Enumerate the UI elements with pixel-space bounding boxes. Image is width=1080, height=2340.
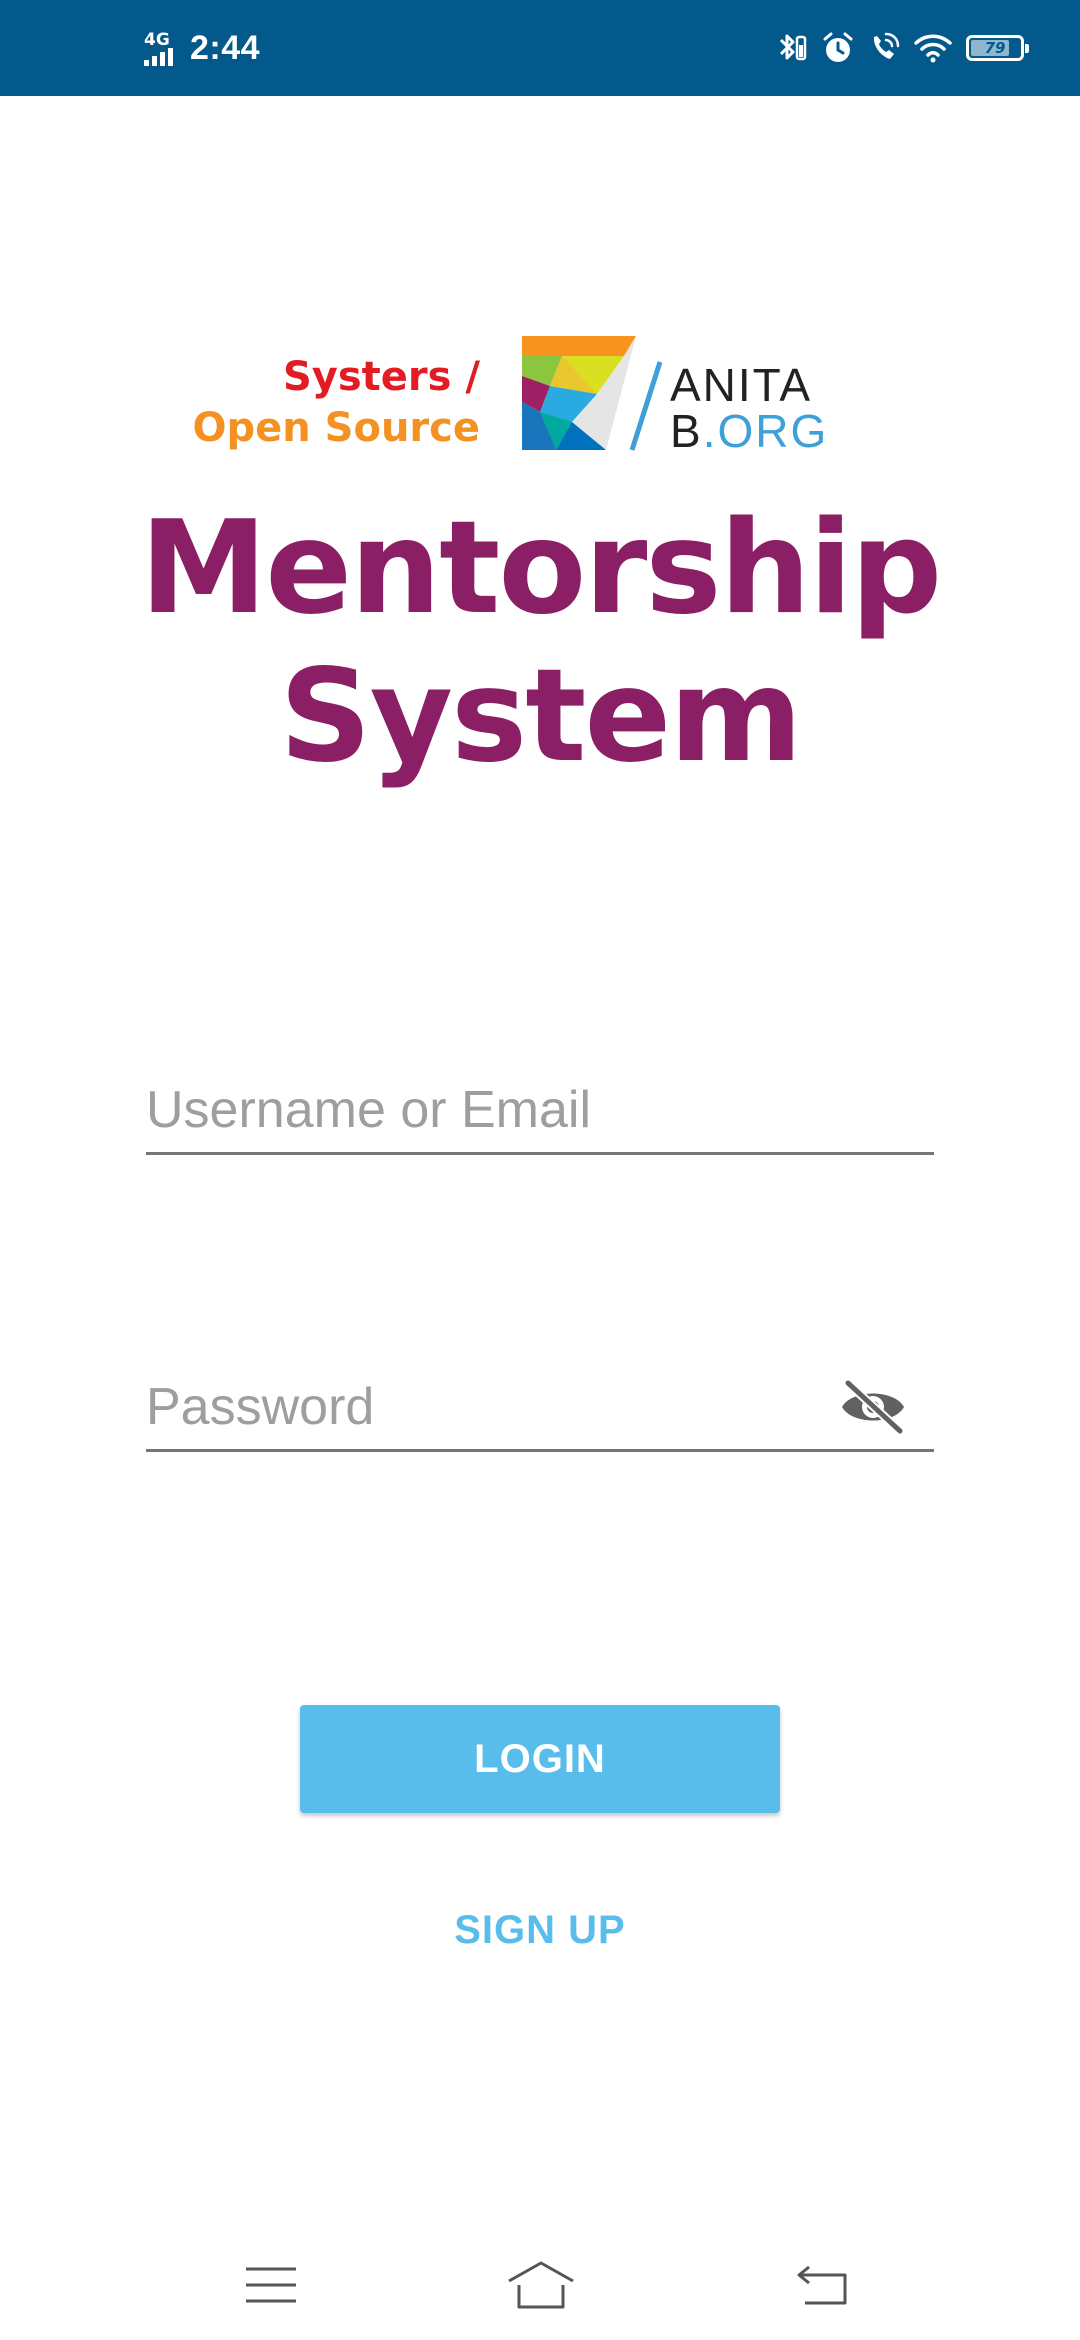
battery-icon: 79 [966,35,1029,61]
back-icon[interactable] [778,2250,868,2320]
username-field [146,1062,934,1155]
signal-icon: 4G [144,28,180,68]
wifi-calling-icon [868,31,900,65]
alarm-icon [822,31,854,65]
anitab-logo-org: .ORG [702,405,829,457]
wifi-icon [914,33,952,63]
status-left: 4G 2:44 [144,0,260,96]
signal-bars [144,48,173,66]
password-field [146,1359,934,1452]
status-time: 2:44 [190,28,261,67]
anitab-logo-line1: ANITA [670,359,813,411]
battery-level: 79 [984,39,1006,57]
network-type: 4G [144,30,170,50]
signup-button[interactable]: SIGN UP [390,1900,690,1960]
anitab-logo-text: ANITA B.ORG [670,362,828,454]
systers-logo: Systers / Open Source [193,352,481,454]
anitab-logo-slash [628,360,664,457]
anitab-logo-b: B [670,405,703,457]
systers-logo-line2: Open Source [192,405,481,451]
eye-off-icon[interactable] [838,1378,908,1436]
systers-logo-line1: Systers / [282,354,480,400]
username-input[interactable] [146,1080,846,1140]
password-input[interactable] [146,1377,846,1437]
menu-icon[interactable] [226,2250,316,2320]
status-right: 79 [778,0,1029,96]
status-bar: 4G 2:44 79 [0,0,1080,96]
system-nav-bar [0,2220,1080,2340]
anitab-logo-mark [522,336,636,455]
partner-logo: Systers / Open Source ANITA B.ORG [193,330,860,460]
login-button[interactable]: LOGIN [300,1705,780,1813]
anitab-logo-line2: B.ORG [670,408,828,454]
app-title-line2: System [279,642,802,791]
app-title-line1: Mentorship [139,494,942,643]
home-icon[interactable] [496,2250,586,2320]
bluetooth-battery-icon [778,31,808,65]
app-title: Mentorship System [0,495,1080,791]
